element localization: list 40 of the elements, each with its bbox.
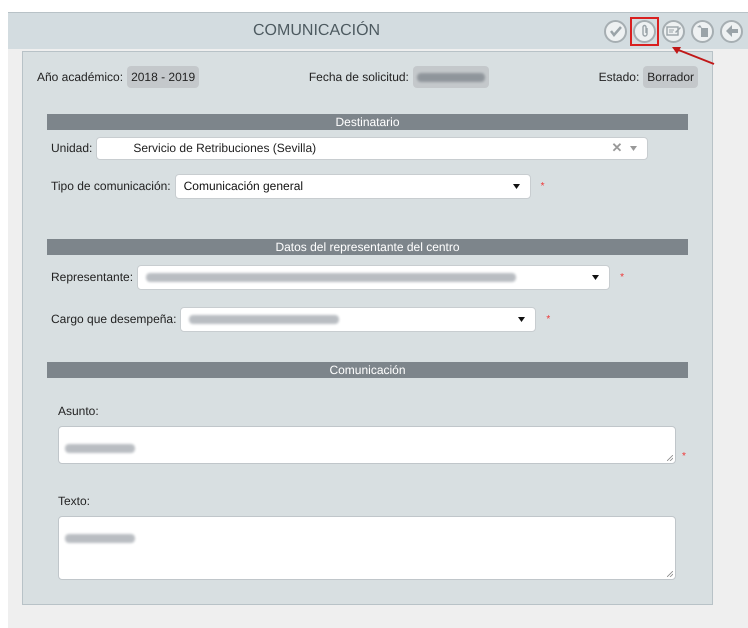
field-label: Cargo que desempeña: [51, 311, 176, 328]
unit-combobox[interactable]: Servicio de Retribuciones (Sevilla) ✕ [96, 136, 648, 160]
caret-icon [518, 316, 526, 322]
check-icon [608, 24, 622, 38]
section-header: Destinatario [47, 114, 688, 130]
caret-icon [592, 274, 600, 280]
dropdown-value: Comunicación general [184, 178, 304, 195]
caret-icon [512, 184, 520, 188]
info-value: 2018 - 2019 [127, 66, 200, 88]
page-title: COMUNICACIÓN [253, 20, 380, 41]
copy-icon [696, 24, 710, 38]
text-area[interactable] [58, 426, 676, 464]
paperclip-icon [640, 24, 650, 38]
section-header: Comunicación [47, 362, 688, 378]
section-header: Datos del representante del centro [47, 239, 688, 255]
toolbar-button[interactable] [630, 16, 659, 46]
resize-handle-icon [667, 455, 673, 461]
info-label: Fecha de solicitud: [308, 69, 409, 86]
field-label: Tipo de comunicación: [51, 178, 171, 195]
required-mark: * [682, 450, 686, 464]
dropdown-field[interactable] [180, 306, 536, 332]
required-mark: * [620, 270, 624, 284]
required-mark: * [546, 312, 550, 326]
field-label: Unidad: [51, 140, 92, 157]
dropdown-field[interactable] [137, 264, 610, 290]
info-label: Año académico: [37, 69, 124, 86]
dropdown-field[interactable]: Comunicación general [174, 174, 531, 198]
caret-icon [630, 146, 638, 150]
edit-icon [666, 25, 682, 37]
text-area[interactable] [58, 516, 676, 580]
required-mark: * [540, 180, 545, 194]
pointer-arrow [672, 46, 716, 66]
info-label: Estado: [598, 69, 640, 86]
field-label: Representante: [51, 269, 134, 286]
combobox-value: Servicio de Retribuciones (Sevilla) [133, 140, 318, 157]
field-label: Texto: [58, 493, 92, 510]
back-arrow-icon [724, 24, 738, 38]
resize-handle-icon [667, 571, 673, 577]
info-value: Borrador [643, 66, 698, 88]
field-label: Asunto: [58, 403, 100, 420]
